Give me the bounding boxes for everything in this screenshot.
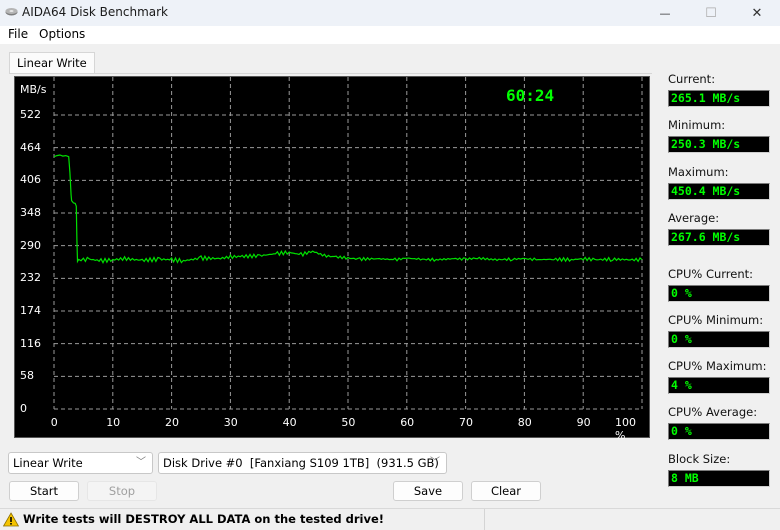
maximize-icon: ☐ xyxy=(705,5,717,21)
drive-value: Disk Drive #0 [Fanxiang S109 1TB] (931.5… xyxy=(163,456,439,470)
y-tick-label: 58 xyxy=(20,369,34,383)
cpupct-maximum-label: CPU% Maximum: xyxy=(668,359,767,373)
y-tick-label: 290 xyxy=(20,238,41,252)
average-label: Average: xyxy=(668,211,720,225)
menu-bar: File Options xyxy=(0,26,780,44)
cpupct-average-value: 0 % xyxy=(668,423,770,440)
cpupct-maximum-value: 4 % xyxy=(668,377,770,394)
average-value: 267.6 MB/s xyxy=(668,229,770,246)
clear-button[interactable]: Clear xyxy=(471,481,541,501)
x-tick-label: 90 xyxy=(576,416,591,429)
x-tick-label: 10 xyxy=(106,416,121,429)
benchmark-chart: MB/s 60:24 0 58 116 174 232 290 348 406 464 522 0… xyxy=(14,76,650,442)
title-bar: AIDA64 Disk Benchmark — ☐ ✕ xyxy=(0,0,780,26)
stop-button[interactable]: Stop xyxy=(87,481,157,501)
cpupct-average-label: CPU% Average: xyxy=(668,405,758,419)
chart-plot xyxy=(53,77,643,410)
current-value: 265.1 MB/s xyxy=(668,90,770,107)
test-type-value: Linear Write xyxy=(13,456,83,470)
current-label: Current: xyxy=(668,72,716,86)
x-tick-label: 30 xyxy=(223,416,238,429)
x-tick-label: 100 % xyxy=(615,416,636,442)
menu-file[interactable]: File xyxy=(8,27,28,41)
y-tick-label: 464 xyxy=(20,140,41,154)
minimum-label: Minimum: xyxy=(668,118,726,132)
cpupct-current-label: CPU% Current: xyxy=(668,267,754,281)
y-tick-label: 116 xyxy=(20,336,41,350)
cpupct-current-value: 0 % xyxy=(668,285,770,302)
test-type-select[interactable]: Linear Write ﹀ xyxy=(8,452,153,474)
x-tick-label: 0 xyxy=(50,416,58,429)
elapsed-timer: 60:24 xyxy=(506,86,555,105)
y-tick-label: 406 xyxy=(20,173,41,187)
save-button[interactable]: Save xyxy=(393,481,463,501)
disk-app-icon xyxy=(5,8,18,16)
minimize-icon: — xyxy=(659,6,671,20)
status-bar: Write tests will DESTROY ALL DATA on the… xyxy=(0,508,780,530)
y-axis-unit: MB/s xyxy=(20,83,47,96)
close-icon: ✕ xyxy=(751,5,763,21)
chevron-down-icon: ﹀ xyxy=(430,457,440,468)
x-tick-label: 20 xyxy=(165,416,179,429)
maximum-value: 450.4 MB/s xyxy=(668,183,770,200)
start-button[interactable]: Start xyxy=(9,481,79,501)
y-tick-label: 174 xyxy=(20,304,41,317)
x-tick-label: 80 xyxy=(517,416,532,429)
close-button[interactable]: ✕ xyxy=(734,0,780,26)
status-separator xyxy=(484,509,485,530)
x-tick-label: 40 xyxy=(282,416,297,429)
tab-linear-write[interactable]: Linear Write xyxy=(9,52,95,74)
y-tick-label: 232 xyxy=(20,271,41,285)
warning-icon xyxy=(3,512,19,527)
window-title: AIDA64 Disk Benchmark xyxy=(22,5,169,19)
maximum-label: Maximum: xyxy=(668,165,729,179)
cpupct-minimum-label: CPU% Minimum: xyxy=(668,313,764,327)
maximize-button[interactable]: ☐ xyxy=(688,0,734,26)
menu-options[interactable]: Options xyxy=(39,27,85,41)
tab-panel-border xyxy=(9,73,652,74)
warning-message: Write tests will DESTROY ALL DATA on the… xyxy=(23,512,385,526)
minimum-value: 250.3 MB/s xyxy=(668,136,770,153)
block-size-label: Block Size: xyxy=(668,452,731,466)
y-tick-label: 522 xyxy=(20,108,41,121)
cpupct-minimum-value: 0 % xyxy=(668,331,770,348)
minimize-button[interactable]: — xyxy=(642,0,688,26)
x-tick-label: 50 xyxy=(341,416,356,429)
chevron-down-icon: ﹀ xyxy=(136,457,146,468)
drive-select[interactable]: Disk Drive #0 [Fanxiang S109 1TB] (931.5… xyxy=(158,452,447,474)
x-tick-label: 60 xyxy=(400,416,415,429)
x-tick-label: 70 xyxy=(459,416,473,429)
block-size-value: 8 MB xyxy=(668,470,770,487)
y-tick-label: 348 xyxy=(20,206,41,219)
y-tick-label: 0 xyxy=(20,402,27,415)
